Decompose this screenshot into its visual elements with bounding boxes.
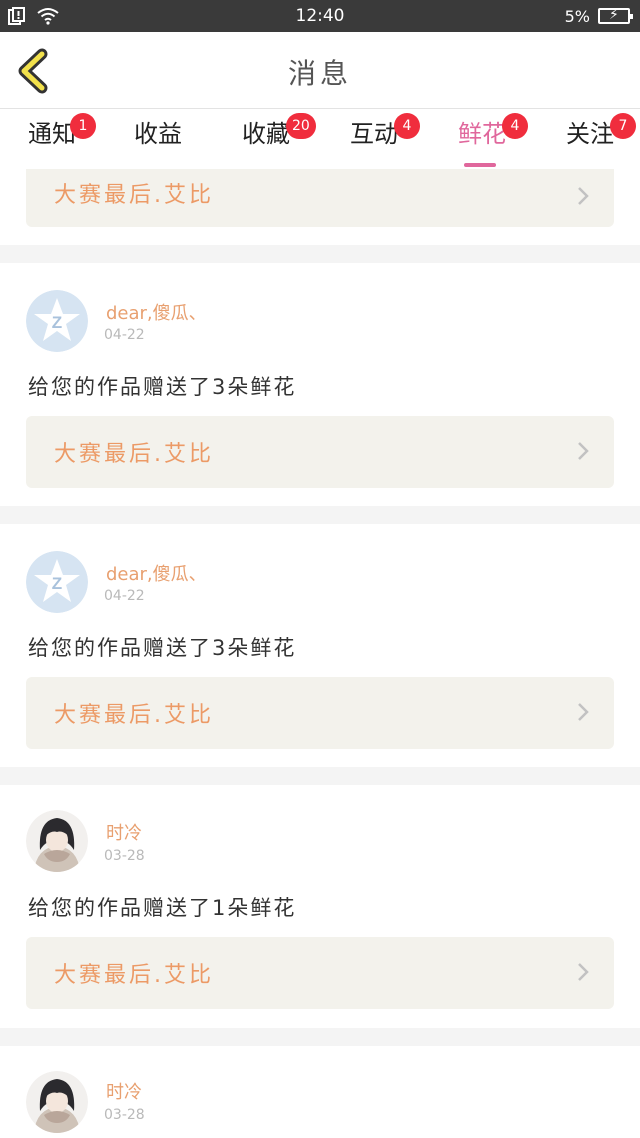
user-name[interactable]: 时冷 [106,1078,142,1104]
tab-label: 收藏 [242,120,290,148]
tab-favorites[interactable]: 收藏 20 [242,113,316,165]
avatar[interactable] [26,1071,88,1133]
status-icons-right: 5% ⚡ [564,6,633,26]
battery-icon: ⚡ [598,7,633,24]
user-name[interactable]: 时冷 [106,819,142,845]
message-date: 03-28 [104,1107,145,1123]
anime-avatar-icon [26,810,88,872]
message-date: 04-22 [104,327,145,343]
tab-label: 通知 [28,120,76,148]
battery-percent: 5% [564,6,590,26]
tab-label: 互动 [350,120,398,148]
badge-count: 7 [610,113,636,139]
tab-earnings[interactable]: 收益 [134,119,182,165]
message-text: 给您的作品赠送了1朵鲜花 [28,896,297,920]
page-title: 消息 [287,57,352,90]
chevron-right-icon [578,442,589,460]
anime-avatar-icon [26,1071,88,1133]
work-link[interactable]: 大赛最后.艾比 [26,416,614,488]
tab-label: 鲜花 [458,120,506,148]
qzone-avatar-icon: Z [26,551,88,613]
message-card: 时冷 03-28 给您的作品赠送了1朵鲜花 大赛最后.艾比 [0,785,640,1028]
user-name[interactable]: dear,傻瓜、 [106,299,207,325]
work-link[interactable]: 大赛最后.艾比 [26,677,614,749]
user-name[interactable]: dear,傻瓜、 [106,560,207,586]
message-text: 给您的作品赠送了3朵鲜花 [28,636,297,660]
message-card: 时冷 03-28 [0,1046,640,1138]
avatar[interactable]: Z [26,290,88,352]
message-card: Z dear,傻瓜、 04-22 给您的作品赠送了3朵鲜花 大赛最后.艾比 [0,263,640,506]
status-bar: 12:40 5% ⚡ [0,0,640,32]
tab-label: 关注 [566,120,614,148]
tab-flowers[interactable]: 鲜花 4 [458,113,528,167]
badge-count: 20 [286,113,316,139]
work-title: 大赛最后.艾比 [54,442,214,467]
message-date: 03-28 [104,848,145,864]
badge-count: 4 [394,113,420,139]
active-tab-indicator [464,163,496,167]
work-title: 大赛最后.艾比 [54,963,214,988]
qzone-avatar-icon: Z [26,290,88,352]
message-text: 给您的作品赠送了3朵鲜花 [28,375,297,399]
avatar[interactable] [26,810,88,872]
chevron-right-icon [578,703,589,721]
message-card: 大赛最后.艾比 [0,169,640,245]
chevron-right-icon [578,187,589,205]
message-date: 04-22 [104,588,145,604]
tab-bar: 通知 1 收益 收藏 20 互动 4 鲜花 4 关注 7 [0,109,640,169]
badge-count: 1 [70,113,96,139]
app-header: 消息 [0,32,640,109]
tab-label: 收益 [134,120,182,148]
chevron-right-icon [578,963,589,981]
tab-interactions[interactable]: 互动 4 [350,113,420,165]
badge-count: 4 [502,113,528,139]
work-link[interactable]: 大赛最后.艾比 [26,169,614,227]
svg-text:Z: Z [52,574,62,593]
work-title: 大赛最后.艾比 [54,703,214,728]
tab-notifications[interactable]: 通知 1 [28,113,96,165]
avatar[interactable]: Z [26,551,88,613]
work-link[interactable]: 大赛最后.艾比 [26,937,614,1009]
tab-following[interactable]: 关注 7 [566,113,636,165]
message-card: Z dear,傻瓜、 04-22 给您的作品赠送了3朵鲜花 大赛最后.艾比 [0,524,640,767]
work-title: 大赛最后.艾比 [54,183,214,208]
svg-text:Z: Z [52,313,62,332]
status-time: 12:40 [295,6,345,26]
